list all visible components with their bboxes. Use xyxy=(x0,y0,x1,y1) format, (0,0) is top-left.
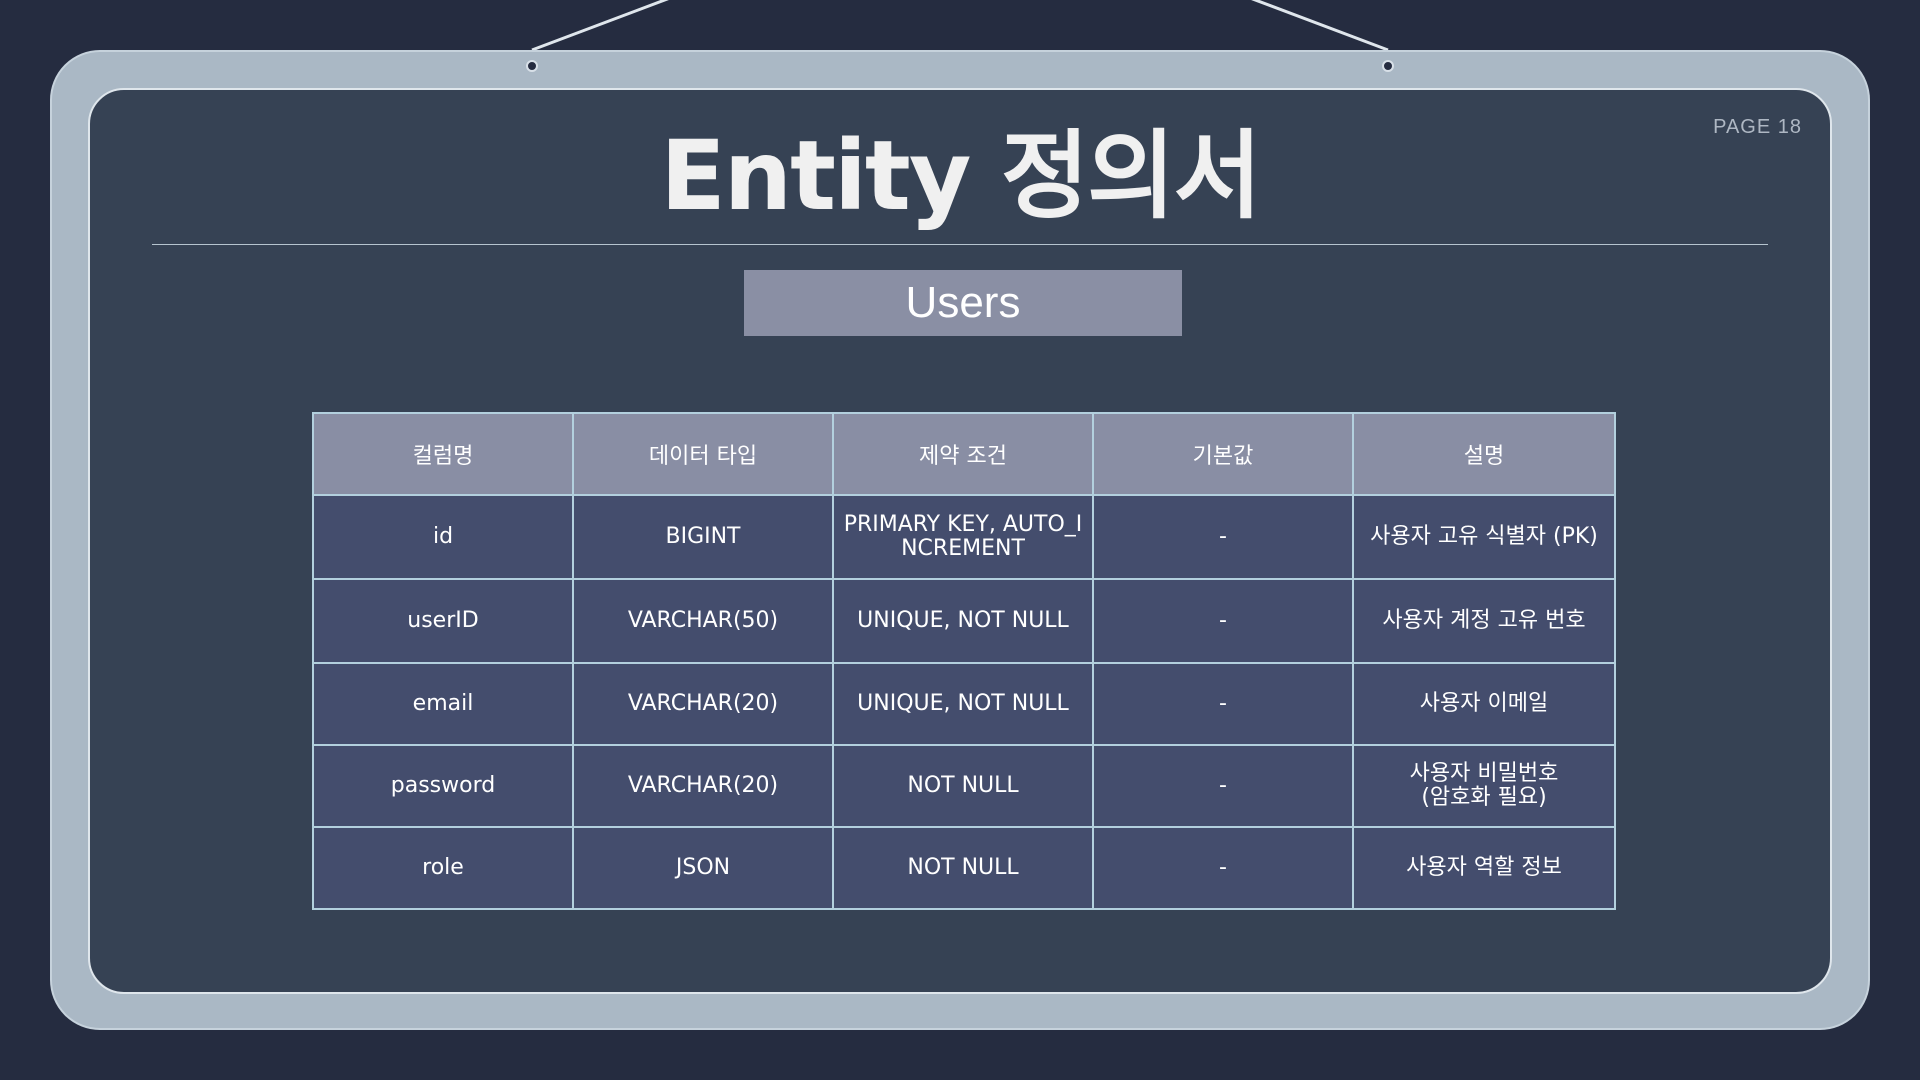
table-cell: 사용자 계정 고유 번호 xyxy=(1352,578,1616,664)
table-row: password VARCHAR(20) NOT NULL - 사용자 비밀번호… xyxy=(312,744,1616,828)
table-cell: 사용자 역할 정보 xyxy=(1352,826,1616,910)
left-nail-icon xyxy=(526,60,538,72)
table-cell: userID xyxy=(312,578,574,664)
table-cell: VARCHAR(20) xyxy=(572,744,834,828)
table-cell: VARCHAR(50) xyxy=(572,578,834,664)
table-row: email VARCHAR(20) UNIQUE, NOT NULL - 사용자… xyxy=(312,662,1616,746)
table-cell: 사용자 비밀번호 (암호화 필요) xyxy=(1352,744,1616,828)
table-cell: password xyxy=(312,744,574,828)
table-cell: PRIMARY KEY, AUTO_INCREMENT xyxy=(832,494,1094,580)
table-header-row: 컬럼명 데이터 타입 제약 조건 기본값 설명 xyxy=(312,412,1616,496)
table-cell: BIGINT xyxy=(572,494,834,580)
column-header: 컬럼명 xyxy=(312,412,574,496)
table-cell: - xyxy=(1092,662,1354,746)
table-row: id BIGINT PRIMARY KEY, AUTO_INCREMENT - … xyxy=(312,494,1616,580)
board-surface: PAGE 18 Entity 정의서 Users 컬럼명 데이터 타입 제약 조… xyxy=(88,88,1832,994)
table-row: role JSON NOT NULL - 사용자 역할 정보 xyxy=(312,826,1616,910)
table-cell: - xyxy=(1092,578,1354,664)
table-row: userID VARCHAR(50) UNIQUE, NOT NULL - 사용… xyxy=(312,578,1616,664)
table-cell: - xyxy=(1092,744,1354,828)
column-header: 기본값 xyxy=(1092,412,1354,496)
table-cell: JSON xyxy=(572,826,834,910)
column-header: 제약 조건 xyxy=(832,412,1094,496)
table-cell: NOT NULL xyxy=(832,826,1094,910)
table-cell: id xyxy=(312,494,574,580)
table-cell: 사용자 고유 식별자 (PK) xyxy=(1352,494,1616,580)
entity-table: 컬럼명 데이터 타입 제약 조건 기본값 설명 id BIGINT PRIMAR… xyxy=(312,412,1616,910)
table-cell: UNIQUE, NOT NULL xyxy=(832,662,1094,746)
table-cell: email xyxy=(312,662,574,746)
right-nail-icon xyxy=(1382,60,1394,72)
table-cell: 사용자 이메일 xyxy=(1352,662,1616,746)
table-cell: role xyxy=(312,826,574,910)
table-cell: VARCHAR(20) xyxy=(572,662,834,746)
title-divider xyxy=(152,244,1768,245)
column-header: 설명 xyxy=(1352,412,1616,496)
table-cell: UNIQUE, NOT NULL xyxy=(832,578,1094,664)
table-cell: - xyxy=(1092,826,1354,910)
board-frame: PAGE 18 Entity 정의서 Users 컬럼명 데이터 타입 제약 조… xyxy=(50,50,1870,1030)
column-header: 데이터 타입 xyxy=(572,412,834,496)
table-cell: NOT NULL xyxy=(832,744,1094,828)
table-cell: - xyxy=(1092,494,1354,580)
entity-name-label: Users xyxy=(744,270,1182,336)
page-title: Entity 정의서 xyxy=(660,120,1262,232)
